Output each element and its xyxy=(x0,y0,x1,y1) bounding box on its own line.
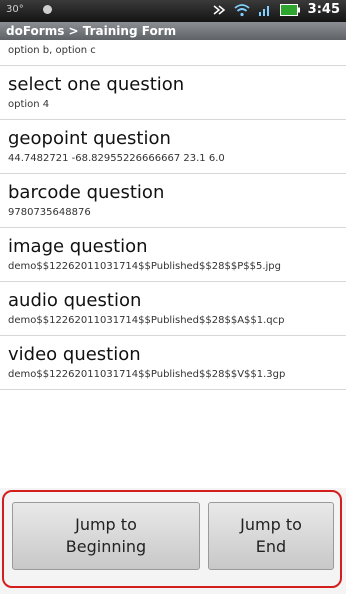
jump-to-beginning-button[interactable]: Jump to Beginning xyxy=(12,502,200,570)
battery-icon xyxy=(279,3,300,16)
jump-button-bar: Jump to Beginning Jump to End xyxy=(0,488,346,594)
signal-icon xyxy=(213,4,225,15)
list-item[interactable]: select one question option 4 xyxy=(0,66,346,120)
form-title-bar: doForms > Training Form xyxy=(0,22,346,40)
jump-to-beginning-label: Jump to Beginning xyxy=(65,515,147,556)
list-item[interactable]: image question demo$$12262011031714$$Pub… xyxy=(0,228,346,282)
list-item[interactable]: barcode question 9780735648876 xyxy=(0,174,346,228)
form-summary-list[interactable]: option b, option c select one question o… xyxy=(0,40,346,488)
temperature-text: 30° xyxy=(6,4,24,15)
answer-text: option b, option c xyxy=(8,45,96,56)
form-title: doForms > Training Form xyxy=(6,24,177,38)
answer-text: demo$$12262011031714$$Published$$28$$V$$… xyxy=(8,369,286,380)
status-right: 3:45 xyxy=(212,2,340,17)
answer-text: demo$$12262011031714$$Published$$28$$A$$… xyxy=(8,315,285,326)
list-item[interactable]: audio question demo$$12262011031714$$Pub… xyxy=(0,282,346,336)
wifi-icon xyxy=(234,3,250,16)
question-label: barcode question xyxy=(8,182,165,203)
status-bar: 30° 3:45 xyxy=(0,0,346,22)
jump-to-end-button[interactable]: Jump to End xyxy=(208,502,334,570)
answer-text: demo$$12262011031714$$Published$$28$$P$$… xyxy=(8,261,281,272)
question-label: audio question xyxy=(8,290,142,311)
answer-text: 44.7482721 -68.82955226666667 23.1 6.0 xyxy=(8,153,225,164)
question-label: video question xyxy=(8,344,141,365)
answer-text: 9780735648876 xyxy=(8,207,91,218)
list-item[interactable]: geopoint question 44.7482721 -68.8295522… xyxy=(0,120,346,174)
jump-to-end-label: Jump to End xyxy=(240,515,302,556)
list-item[interactable]: option b, option c xyxy=(0,40,346,66)
question-label: image question xyxy=(8,236,148,257)
answer-text: option 4 xyxy=(8,99,50,110)
status-left: 30° xyxy=(6,4,52,15)
cell-bars-icon xyxy=(258,5,269,16)
question-label: geopoint question xyxy=(8,128,171,149)
list-item[interactable]: video question demo$$12262011031714$$Pub… xyxy=(0,336,346,390)
clock-text: 3:45 xyxy=(307,2,340,17)
question-label: select one question xyxy=(8,74,185,95)
notification-icon xyxy=(42,4,52,14)
